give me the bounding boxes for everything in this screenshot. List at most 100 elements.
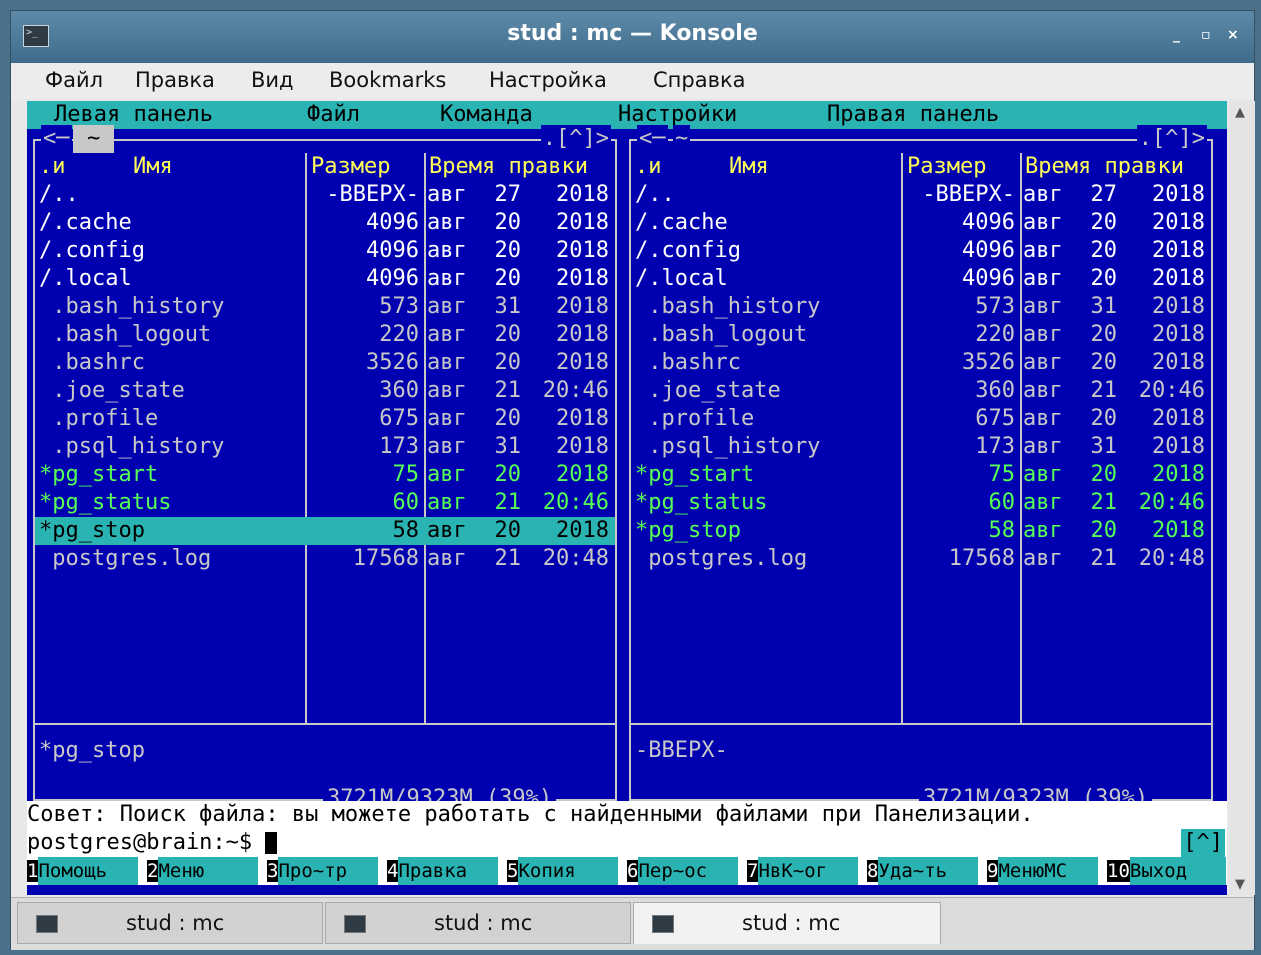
fkey-number: 6 bbox=[627, 860, 639, 882]
left-file-row[interactable]: /.. -ВВЕРХ-авг 27 2018 bbox=[35, 181, 615, 209]
right-file-row[interactable]: *pg_stop 58 авг 20 2018 bbox=[631, 517, 1211, 545]
right-header-time[interactable]: Время правки bbox=[1025, 153, 1184, 181]
right-file-row[interactable]: /.local 4096 авг 20 2018 bbox=[631, 265, 1211, 293]
left-panel[interactable]: <─ ~ .[^]> .и Имя Размер Время правки /.. -ВВ… bbox=[33, 125, 617, 813]
right-file-day: 20 bbox=[1090, 238, 1118, 263]
right-panel-nav-arrow[interactable]: <─ bbox=[637, 125, 668, 153]
right-file-row[interactable]: .psql_history 173 авг 31 2018 bbox=[631, 433, 1211, 461]
right-file-row[interactable]: .bash_history 573 авг 31 2018 bbox=[631, 293, 1211, 321]
left-panel-path[interactable]: ~ bbox=[73, 125, 115, 153]
fkey-8[interactable]: 8Уда~ть bbox=[867, 857, 979, 885]
left-file-row[interactable]: .profile 675 авг 20 2018 bbox=[35, 405, 615, 433]
fkey-3[interactable]: 3Про~тр bbox=[267, 857, 379, 885]
left-file-month: авг bbox=[427, 462, 467, 487]
left-file-row[interactable]: /.local 4096 авг 20 2018 bbox=[35, 265, 615, 293]
right-file-day: 31 bbox=[1090, 294, 1118, 319]
left-file-row[interactable]: *pg_status 60 авг 21 20:46 bbox=[35, 489, 615, 517]
fkey-4[interactable]: 4Правка bbox=[387, 857, 499, 885]
left-file-row[interactable]: .psql_history 173 авг 31 2018 bbox=[35, 433, 615, 461]
left-file-size: 573 bbox=[379, 294, 419, 319]
menu-edit[interactable]: Правка bbox=[135, 68, 215, 92]
right-file-month: авг bbox=[1023, 378, 1063, 403]
maximize-button[interactable]: ▫ bbox=[1201, 27, 1211, 43]
right-file-row[interactable]: .profile 675 авг 20 2018 bbox=[631, 405, 1211, 433]
left-file-row[interactable]: .bash_logout 220 авг 20 2018 bbox=[35, 321, 615, 349]
right-file-row[interactable]: postgres.log 17568 авг 21 20:48 bbox=[631, 545, 1211, 573]
right-file-time: 2018 bbox=[1152, 462, 1205, 487]
left-file-name: *pg_status bbox=[39, 490, 172, 515]
session-tab-label: stud : mc bbox=[126, 911, 225, 935]
title-bar[interactable]: stud : mc — Konsole _ ▫ × bbox=[11, 11, 1254, 63]
right-file-row[interactable]: .joe_state 360 авг 21 20:46 bbox=[631, 377, 1211, 405]
fkey-7[interactable]: 7НвК~ог bbox=[747, 857, 859, 885]
command-history-button[interactable]: [^] bbox=[1181, 829, 1225, 857]
vertical-scrollbar[interactable]: ▲ ▼ bbox=[1229, 101, 1255, 895]
menu-bookmarks[interactable]: Bookmarks bbox=[329, 68, 446, 92]
right-panel-path[interactable]: ~ bbox=[673, 125, 691, 153]
right-file-time: 2018 bbox=[1152, 182, 1205, 207]
session-tab-3-active[interactable]: stud : mc bbox=[633, 902, 941, 944]
right-file-row[interactable]: *pg_start 75 авг 20 2018 bbox=[631, 461, 1211, 489]
fkey-2[interactable]: 2Меню bbox=[147, 857, 259, 885]
left-file-row[interactable]: postgres.log 17568 авг 21 20:48 bbox=[35, 545, 615, 573]
right-file-month: авг bbox=[1023, 462, 1063, 487]
left-panel-nav-arrow[interactable]: <─ bbox=[41, 125, 72, 153]
scroll-up-arrow-icon[interactable]: ▲ bbox=[1235, 105, 1245, 120]
session-tab-2[interactable]: stud : mc bbox=[325, 902, 631, 944]
right-file-size: 4096 bbox=[962, 210, 1015, 235]
left-panel-history-arrows[interactable]: .[^]> bbox=[540, 125, 611, 153]
mc-menu-command[interactable]: Команда bbox=[440, 101, 533, 129]
right-header-name[interactable]: Имя bbox=[729, 153, 769, 181]
fkey-6[interactable]: 6Пер~ос bbox=[627, 857, 739, 885]
right-file-row[interactable]: .bashrc 3526 авг 20 2018 bbox=[631, 349, 1211, 377]
scroll-down-arrow-icon[interactable]: ▼ bbox=[1235, 877, 1245, 892]
fkey-number: 8 bbox=[867, 860, 879, 882]
session-tab-1[interactable]: stud : mc bbox=[17, 902, 323, 944]
fkey-5[interactable]: 5Копия bbox=[507, 857, 619, 885]
fkey-9[interactable]: 9МенюМС bbox=[987, 857, 1099, 885]
mc-menu-right-panel[interactable]: Правая панель bbox=[827, 101, 999, 129]
right-header-size[interactable]: Размер bbox=[907, 153, 986, 181]
menu-view[interactable]: Вид bbox=[251, 68, 294, 92]
left-file-day: 21 bbox=[494, 378, 522, 403]
fkey-1[interactable]: 1Помощь bbox=[27, 857, 139, 885]
left-file-day: 31 bbox=[494, 434, 522, 459]
right-file-size: 17568 bbox=[948, 546, 1015, 571]
right-file-row[interactable]: /.. -ВВЕРХ-авг 27 2018 bbox=[631, 181, 1211, 209]
right-panel[interactable]: <─ ~ .[^]> .и Имя Размер Время правки /.. -ВВ… bbox=[629, 125, 1213, 813]
command-line[interactable]: postgres@brain:~$ bbox=[27, 829, 1227, 857]
right-file-row[interactable]: /.config 4096 авг 20 2018 bbox=[631, 237, 1211, 265]
left-file-row[interactable]: /.config 4096 авг 20 2018 bbox=[35, 237, 615, 265]
right-panel-history-arrows[interactable]: .[^]> bbox=[1136, 125, 1207, 153]
close-button[interactable]: × bbox=[1227, 27, 1239, 43]
right-file-name: *pg_stop bbox=[635, 518, 741, 543]
right-file-name: /.. bbox=[635, 182, 675, 207]
left-header-time[interactable]: Время правки bbox=[429, 153, 588, 181]
left-file-row[interactable]: .joe_state 360 авг 21 20:46 bbox=[35, 377, 615, 405]
right-file-day: 20 bbox=[1090, 210, 1118, 235]
right-file-time: 2018 bbox=[1152, 238, 1205, 263]
fkey-label: Про~тр bbox=[278, 857, 379, 885]
right-file-row[interactable]: *pg_status 60 авг 21 20:46 bbox=[631, 489, 1211, 517]
left-header-flag[interactable]: .и bbox=[39, 153, 66, 181]
minimize-button[interactable]: _ bbox=[1173, 27, 1180, 43]
right-file-row[interactable]: /.cache 4096 авг 20 2018 bbox=[631, 209, 1211, 237]
right-header-flag[interactable]: .и bbox=[635, 153, 662, 181]
left-file-row[interactable]: .bashrc 3526 авг 20 2018 bbox=[35, 349, 615, 377]
fkey-10[interactable]: 10Выход bbox=[1107, 857, 1226, 885]
left-file-row[interactable]: /.cache 4096 авг 20 2018 bbox=[35, 209, 615, 237]
menu-file[interactable]: Файл bbox=[45, 68, 103, 92]
terminal-area[interactable]: Левая панель Файл Команда Настройки Прав… bbox=[27, 101, 1227, 895]
left-file-name: /.config bbox=[39, 238, 145, 263]
left-file-row[interactable]: .bash_history 573 авг 31 2018 bbox=[35, 293, 615, 321]
menu-help[interactable]: Справка bbox=[653, 68, 746, 92]
left-file-row[interactable]: *pg_stop 58 авг 20 2018 bbox=[35, 517, 615, 545]
left-file-day: 20 bbox=[494, 266, 522, 291]
menu-settings[interactable]: Настройка bbox=[489, 68, 607, 92]
left-header-size[interactable]: Размер bbox=[311, 153, 390, 181]
mc-menu-file[interactable]: Файл bbox=[307, 101, 360, 129]
left-header-name[interactable]: Имя bbox=[133, 153, 173, 181]
right-file-row[interactable]: .bash_logout 220 авг 20 2018 bbox=[631, 321, 1211, 349]
left-file-row[interactable]: *pg_start 75 авг 20 2018 bbox=[35, 461, 615, 489]
left-file-name: .joe_state bbox=[39, 378, 185, 403]
